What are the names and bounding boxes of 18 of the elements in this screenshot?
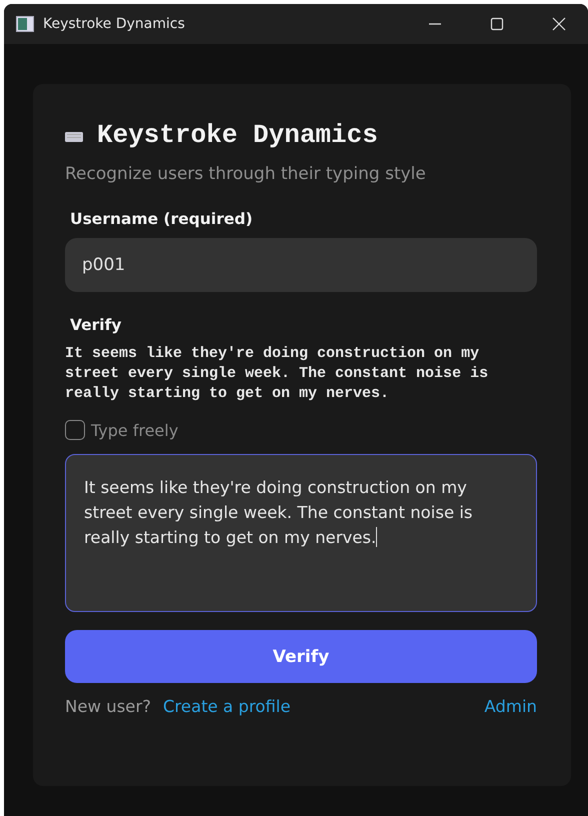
username-field[interactable]: p001 [65,238,537,292]
verify-label: Verify [70,316,122,334]
keyboard-icon [65,131,83,143]
admin-link[interactable]: Admin [484,697,537,716]
verify-button[interactable]: Verify [65,630,537,683]
type-freely-checkbox[interactable] [65,420,85,440]
type-freely-label: Type freely [91,420,178,440]
app-heading: Keystroke Dynamics [97,120,378,150]
subtitle: Recognize users through their typing style [65,164,427,184]
close-icon[interactable] [552,17,566,31]
prompt-text: It seems like they're doing construction on my street every single week. The constant noise is really starting to get on my nerves. [65,344,490,404]
window-title: Keystroke Dynamics [43,16,185,32]
new-user-text: New user? [65,697,151,716]
create-profile-link[interactable]: Create a profile [162,697,291,716]
typing-field[interactable]: It seems like they're doing construction on my street every single week. The constant noise is really starting to get on my nerves. [65,454,537,612]
maximize-icon[interactable] [490,17,504,31]
username-label: Username (required) [70,210,254,228]
app-icon [16,16,34,32]
